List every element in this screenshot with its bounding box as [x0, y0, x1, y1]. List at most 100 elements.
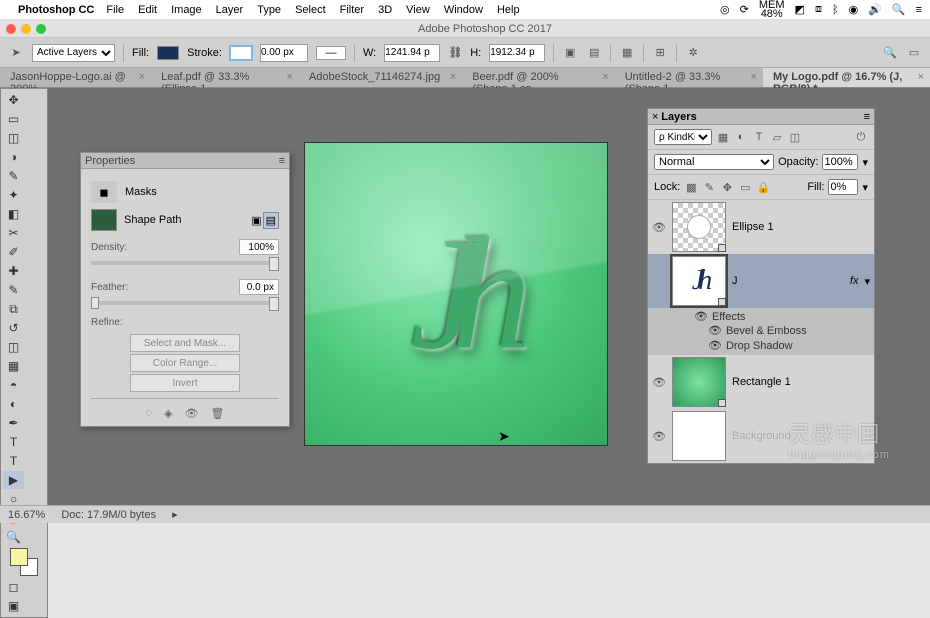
effect-bevel-item[interactable]: Bevel & Emboss — [726, 325, 807, 337]
close-icon[interactable]: × — [286, 71, 292, 83]
eyedropper-tool[interactable]: ✐ — [3, 243, 24, 261]
delete-mask-icon[interactable]: 🗑 — [211, 407, 225, 420]
screen-mode-icon[interactable]: ▣ — [3, 597, 24, 615]
doc-size[interactable]: Doc: 17.9M/0 bytes — [61, 509, 156, 521]
brush-tool[interactable]: ✎ — [3, 281, 24, 299]
mask-mode-icon[interactable]: ◻ — [3, 578, 24, 596]
lock-pixels-icon[interactable]: ▩ — [684, 180, 698, 194]
filter-toggle-icon[interactable]: ⏻ — [854, 130, 868, 144]
document-tab[interactable]: Leaf.pdf @ 33.3% (Ellipse 1, ...× — [151, 68, 299, 87]
zoom-tool[interactable]: 🔍 — [3, 528, 24, 546]
display-icon[interactable]: ◩ — [795, 3, 805, 16]
stroke-width-input[interactable] — [260, 44, 308, 62]
menu-filter[interactable]: Filter — [340, 4, 364, 16]
close-icon[interactable]: × — [450, 71, 456, 83]
chevron-down-icon[interactable]: ▾ — [864, 275, 870, 288]
invert-button[interactable]: Invert — [130, 374, 240, 392]
marquee-tool[interactable]: ◫ — [3, 129, 24, 147]
opacity-input[interactable] — [822, 154, 858, 170]
dropbox-icon[interactable]: ⧈ — [815, 3, 822, 16]
panel-header[interactable]: Properties≡ — [81, 153, 289, 169]
path-select-icon[interactable]: ➤ — [8, 45, 24, 61]
eraser-tool[interactable]: ◫ — [3, 338, 24, 356]
crop-tool[interactable]: ◧ — [3, 205, 24, 223]
type-tool[interactable]: T — [3, 433, 24, 451]
menu-help[interactable]: Help — [497, 4, 520, 16]
layer-item[interactable]: 👁 Rectangle 1 — [648, 355, 874, 409]
close-icon[interactable]: × — [751, 71, 757, 83]
chevron-down-icon[interactable]: ▾ — [862, 156, 868, 169]
layer-item-selected[interactable]: Jh J fx ▾ — [648, 254, 874, 308]
select-and-mask-button[interactable]: Select and Mask... — [130, 334, 240, 352]
search-icon[interactable]: 🔍 — [892, 3, 906, 16]
filter-pixel-icon[interactable]: ▦ — [716, 130, 730, 144]
blend-mode-select[interactable]: Normal — [654, 154, 774, 170]
vector-mask-icon[interactable]: ▤ — [263, 212, 279, 229]
menu-file[interactable]: File — [106, 4, 124, 16]
stamp-tool[interactable]: ⧉ — [3, 300, 24, 318]
stroke-style-select[interactable]: — — [316, 46, 346, 60]
filter-smart-icon[interactable]: ◫ — [788, 130, 802, 144]
width-input[interactable] — [384, 44, 440, 62]
menu-image[interactable]: Image — [171, 4, 202, 16]
path-arrange-icon[interactable]: ▦ — [619, 45, 635, 61]
dodge-tool[interactable]: ◐ — [3, 395, 24, 413]
fx-badge[interactable]: fx — [850, 275, 859, 287]
feather-slider[interactable] — [91, 301, 279, 305]
artboard-tool[interactable]: ▭ — [3, 110, 24, 128]
menu-app-label[interactable]: Photoshop CC — [18, 4, 94, 16]
document-canvas[interactable]: Jh — [305, 143, 607, 445]
menu-edit[interactable]: Edit — [138, 4, 157, 16]
lock-icon[interactable]: 🔒 — [756, 180, 770, 194]
document-tab[interactable]: Untitled-2 @ 33.3% (Shape 1...× — [615, 68, 763, 87]
bluetooth-icon[interactable]: ᛒ — [832, 4, 839, 16]
chevron-down-icon[interactable]: ▾ — [862, 181, 868, 194]
layer-target-select[interactable]: Active Layers — [32, 44, 115, 62]
layer-thumb[interactable]: Jh — [672, 256, 726, 306]
layer-name[interactable]: Ellipse 1 — [732, 221, 774, 233]
effects-label[interactable]: Effects — [712, 311, 745, 323]
visibility-icon[interactable]: 👁 — [652, 376, 666, 389]
close-icon[interactable]: × — [918, 71, 924, 83]
panel-menu-icon[interactable]: ≡ — [864, 111, 870, 123]
quick-select-tool[interactable]: ✎ — [3, 167, 24, 185]
history-brush-tool[interactable]: ↺ — [3, 319, 24, 337]
layer-item[interactable]: 👁 Background — [648, 409, 874, 463]
move-tool[interactable]: ✥ — [3, 91, 24, 109]
layer-name[interactable]: J — [732, 275, 738, 287]
shape-path-icon[interactable] — [91, 209, 117, 231]
density-slider[interactable] — [91, 261, 279, 265]
menu-select[interactable]: Select — [295, 4, 326, 16]
layer-thumb[interactable] — [672, 411, 726, 461]
canvas-viewport[interactable]: Jh — [305, 143, 607, 445]
visibility-icon[interactable]: 👁 — [708, 339, 722, 352]
fill-input[interactable] — [828, 179, 858, 195]
panel-menu-icon[interactable]: ≡ — [279, 155, 285, 167]
filter-shape-icon[interactable]: ▱ — [770, 130, 784, 144]
visibility-icon[interactable]: 👁 — [708, 324, 722, 337]
color-range-button[interactable]: Color Range... — [130, 354, 240, 372]
menu-layer[interactable]: Layer — [216, 4, 244, 16]
document-tab[interactable]: Beer.pdf @ 200% (Shape 1 co...× — [462, 68, 614, 87]
document-tab[interactable]: AdobeStock_71146274.jpg ...× — [299, 68, 462, 87]
search-icon[interactable]: 🔍 — [882, 45, 898, 61]
path-align-icon[interactable]: ▣ — [562, 45, 578, 61]
cc-icon[interactable]: ◎ — [720, 3, 730, 16]
density-input[interactable] — [239, 239, 279, 255]
zoom-level[interactable]: 16.67% — [8, 509, 45, 521]
blur-tool[interactable]: ◓ — [3, 376, 24, 394]
close-button[interactable] — [6, 24, 16, 34]
gear-icon[interactable]: ✲ — [685, 45, 701, 61]
fill-swatch[interactable] — [157, 46, 179, 60]
layer-thumb[interactable] — [672, 357, 726, 407]
panel-header[interactable]: × Layers≡ — [648, 109, 874, 125]
path-select-tool[interactable]: ▶ — [3, 471, 24, 489]
wifi-icon[interactable]: ◉ — [849, 3, 859, 16]
workspace-icon[interactable]: ▭ — [906, 45, 922, 61]
load-selection-icon[interactable]: ◌ — [146, 407, 153, 420]
type-vertical-tool[interactable]: T — [3, 452, 24, 470]
layer-item[interactable]: 👁 Ellipse 1 — [648, 200, 874, 254]
document-tab[interactable]: JasonHoppe-Logo.ai @ 200%...× — [0, 68, 151, 87]
layer-name[interactable]: Rectangle 1 — [732, 376, 791, 388]
path-option-icon[interactable]: ⊞ — [652, 45, 668, 61]
